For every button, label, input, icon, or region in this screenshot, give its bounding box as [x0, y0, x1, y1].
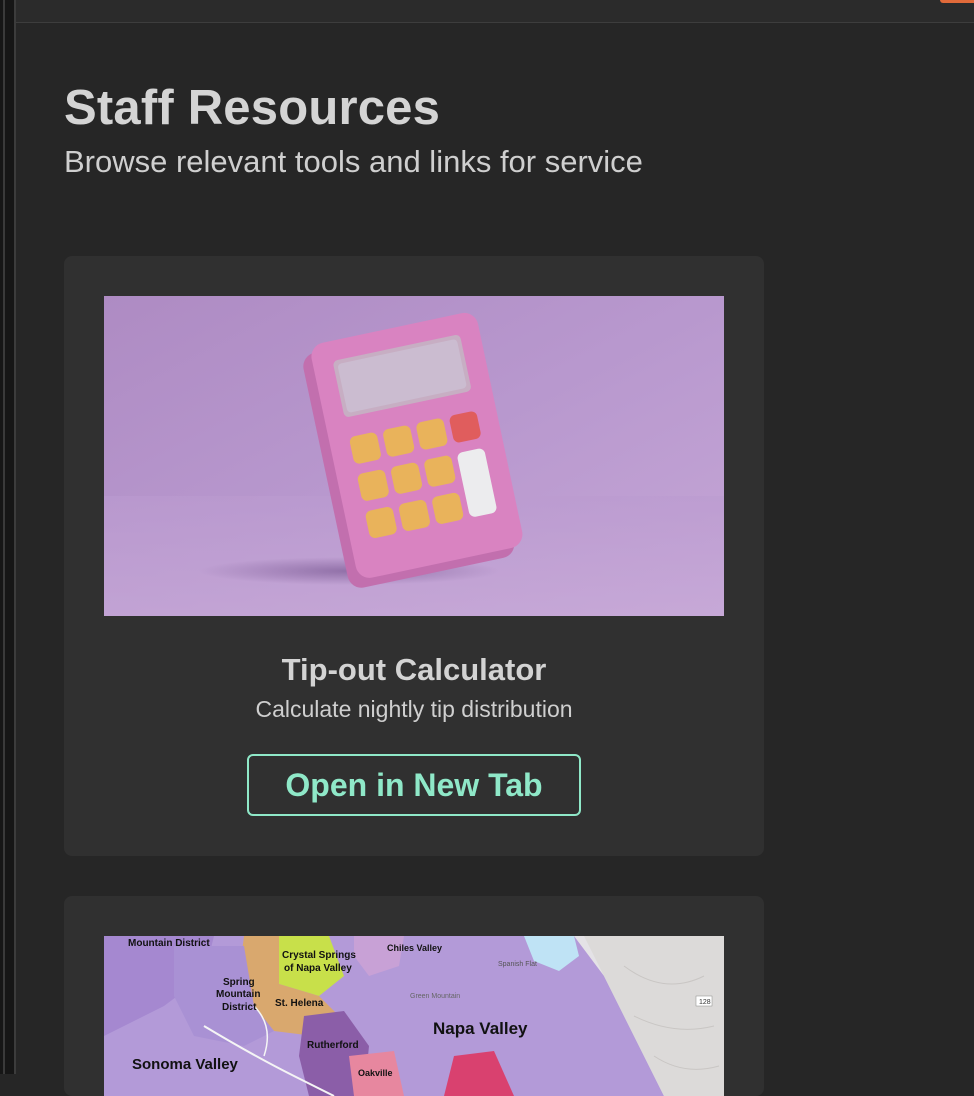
- napa-valley-map-image: Mountain District Chiles Valley Crystal …: [104, 936, 724, 1096]
- map-label-chiles-valley: Chiles Valley: [387, 943, 442, 953]
- map-label-rutherford: Rutherford: [307, 1040, 359, 1051]
- map-label-spanish-flat: Spanish Flat: [498, 961, 537, 968]
- window-edge-border: [14, 0, 16, 1074]
- map-label-spring: Spring: [223, 977, 255, 988]
- map-label-st-helena: St. Helena: [275, 998, 324, 1009]
- open-in-new-tab-button[interactable]: Open in New Tab: [247, 754, 581, 816]
- map-label-crystal-springs: Crystal Springs: [282, 950, 356, 961]
- map-label-green-mountain: Green Mountain: [410, 993, 460, 1000]
- map-label-oakville: Oakville: [358, 1068, 393, 1078]
- top-bar-accent: [940, 0, 974, 3]
- page-title: Staff Resources: [64, 81, 441, 135]
- card-title: Tip-out Calculator: [281, 652, 547, 687]
- resource-card-tip-calculator: Tip-out Calculator Calculate nightly tip…: [64, 256, 764, 856]
- calculator-illustration-image: [104, 296, 724, 616]
- map-label-napa-valley: Napa Valley: [433, 1019, 528, 1038]
- map-label-sonoma-valley: Sonoma Valley: [132, 1056, 239, 1073]
- map-label-mountain: Mountain: [216, 989, 260, 1000]
- calculator-icon: [104, 296, 724, 616]
- window-edge-line: [3, 0, 5, 1074]
- card-description: Calculate nightly tip distribution: [255, 696, 573, 722]
- resource-card-napa-map: Mountain District Chiles Valley Crystal …: [64, 896, 764, 1096]
- map-route-marker: 128: [699, 999, 711, 1006]
- map-icon: Mountain District Chiles Valley Crystal …: [104, 936, 724, 1096]
- top-bar: [16, 0, 974, 23]
- map-label-crystal-springs-2: of Napa Valley: [284, 963, 352, 974]
- page-header: Staff Resources Browse relevant tools an…: [64, 80, 643, 182]
- map-label-district: District: [222, 1002, 257, 1013]
- window-left-edge: [0, 0, 16, 1074]
- page-subtitle: Browse relevant tools and links for serv…: [64, 144, 643, 179]
- map-label-mountain-district: Mountain District: [128, 938, 210, 949]
